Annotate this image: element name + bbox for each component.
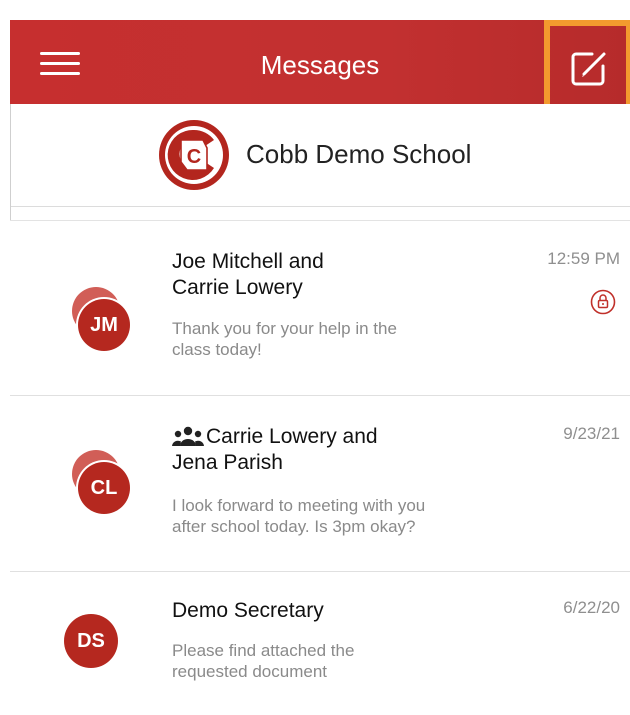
thread-title: Carrie Lowery and Jena Parish	[172, 424, 378, 476]
thread-preview: Thank you for your help in the class tod…	[172, 318, 532, 360]
status-bar-area	[0, 0, 630, 20]
avatar-initials: DS	[64, 614, 118, 668]
thread-timestamp: 6/22/20	[563, 598, 620, 617]
school-logo-letter: C	[187, 146, 201, 168]
thread-preview-line: after school today. Is 3pm okay?	[172, 517, 416, 536]
thread-title-line: Joe Mitchell and	[172, 250, 324, 273]
thread-title-line: Carrie Lowery	[172, 276, 303, 299]
message-thread-item[interactable]: CL Carrie Lowery and Jena Parish I look …	[10, 396, 630, 572]
thread-title-line: Carrie Lowery and	[206, 425, 378, 448]
thread-preview-line: I look forward to meeting with you	[172, 496, 426, 515]
thread-preview: Please find attached the requested docum…	[172, 640, 532, 682]
avatar: CL	[72, 450, 130, 514]
school-selector[interactable]: C Cobb Demo School	[10, 104, 630, 207]
lock-icon	[590, 289, 616, 315]
thread-timestamp: 9/23/21	[563, 424, 620, 443]
thread-title: Demo Secretary	[172, 598, 324, 624]
thread-timestamp: 12:59 PM	[547, 249, 620, 268]
thread-preview-line: Thank you for your help in the	[172, 319, 397, 338]
thread-title-line: Demo Secretary	[172, 599, 324, 622]
app-header: Messages	[10, 20, 630, 118]
thread-preview-line: requested document	[172, 662, 327, 681]
thread-preview: I look forward to meeting with you after…	[172, 495, 532, 537]
avatar: JM	[72, 287, 130, 351]
school-name: Cobb Demo School	[246, 139, 472, 169]
thread-title: Joe Mitchell and Carrie Lowery	[172, 249, 324, 301]
page-title: Messages	[260, 50, 380, 80]
school-logo-icon: C	[159, 120, 229, 190]
compose-icon	[571, 52, 606, 86]
avatar: DS	[64, 614, 118, 668]
thread-preview-line: class today!	[172, 340, 262, 359]
avatar-initials: CL	[78, 462, 130, 514]
message-thread-item[interactable]: DS Demo Secretary Please find attached t…	[10, 572, 630, 715]
avatar-initials: JM	[78, 299, 130, 351]
message-thread-item[interactable]: JM Joe Mitchell and Carrie Lowery Thank …	[10, 221, 630, 396]
thread-title-line: Jena Parish	[172, 451, 283, 474]
thread-preview-line: Please find attached the	[172, 641, 355, 660]
